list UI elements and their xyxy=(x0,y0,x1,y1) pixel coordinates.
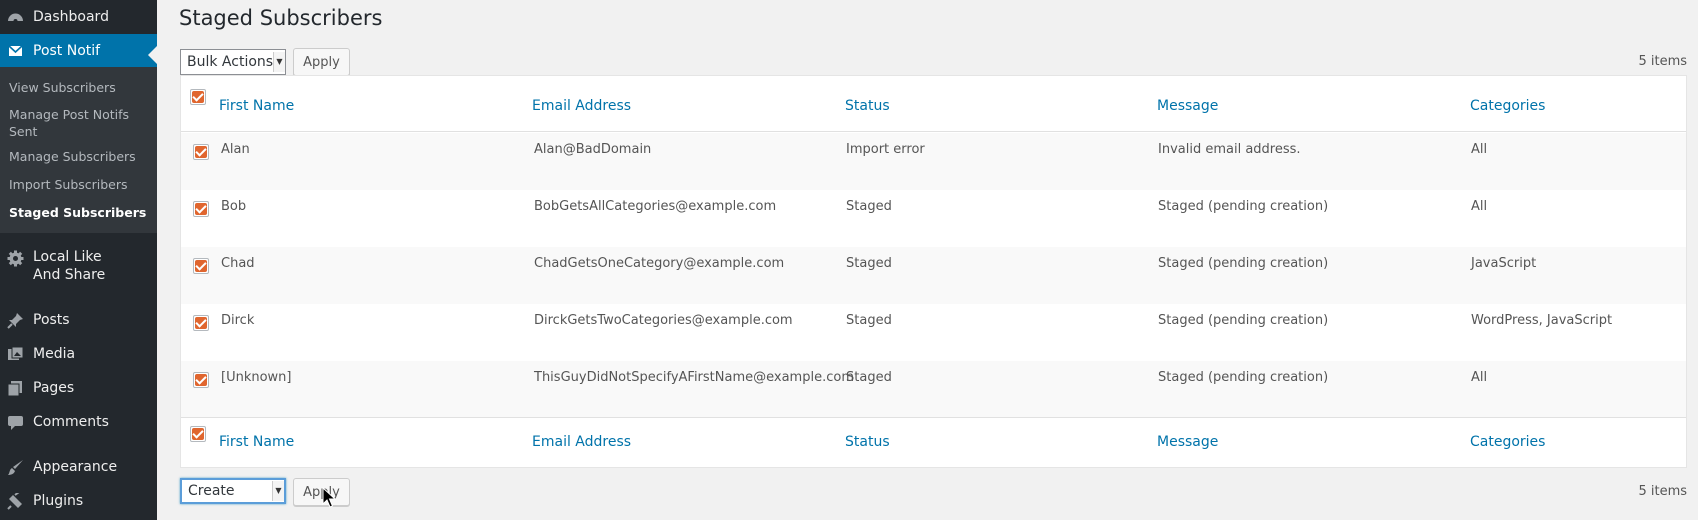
row-checkbox[interactable] xyxy=(193,258,209,274)
menu-dashboard[interactable]: Dashboard xyxy=(0,3,157,31)
menu-appearance-label: Appearance xyxy=(33,459,118,475)
menu-posts-label: Posts xyxy=(33,312,70,328)
comment-icon xyxy=(7,414,24,431)
current-menu-arrow xyxy=(148,46,157,64)
items-count-bottom: 5 items xyxy=(1638,484,1687,499)
bulk-actions-bottom-selected-value: Create xyxy=(188,483,235,499)
media-icon xyxy=(7,346,24,363)
table-row: [Unknown] ThisGuyDidNotSpecifyAFirstName… xyxy=(181,361,1686,418)
menu-post-notif[interactable]: Post Notif xyxy=(0,34,157,67)
row-checkbox[interactable] xyxy=(193,144,209,160)
cell-status: Staged xyxy=(846,199,892,214)
cell-status: Staged xyxy=(846,370,892,385)
column-footer-message[interactable]: Message xyxy=(1157,434,1218,450)
column-header-message[interactable]: Message xyxy=(1157,98,1218,114)
column-header-first-name[interactable]: First Name xyxy=(219,98,294,114)
table-row: Dirck DirckGetsTwoCategories@example.com… xyxy=(181,304,1686,361)
row-checkbox[interactable] xyxy=(193,372,209,388)
cell-email: Alan@BadDomain xyxy=(534,142,652,157)
cell-email: ThisGuyDidNotSpecifyAFirstName@example.c… xyxy=(534,370,854,385)
submenu-view-subscribers[interactable]: View Subscribers xyxy=(9,79,149,96)
row-checkbox[interactable] xyxy=(193,315,209,331)
pages-icon xyxy=(7,380,24,397)
cell-message: Staged (pending creation) xyxy=(1158,199,1329,214)
cell-message: Staged (pending creation) xyxy=(1158,313,1329,328)
mouse-cursor-icon xyxy=(322,486,337,509)
menu-dashboard-label: Dashboard xyxy=(33,9,109,25)
cell-categories: All xyxy=(1471,199,1488,214)
menu-pages[interactable]: Pages xyxy=(0,374,157,402)
brush-icon xyxy=(7,459,24,476)
gear-icon xyxy=(7,250,24,267)
table-row: Chad ChadGetsOneCategory@example.com Sta… xyxy=(181,247,1686,304)
items-count-top: 5 items xyxy=(1638,54,1687,69)
cell-message: Invalid email address. xyxy=(1158,142,1301,157)
column-footer-categories[interactable]: Categories xyxy=(1470,434,1545,450)
menu-plugins[interactable]: Plugins xyxy=(0,487,157,515)
menu-local-like-and-share[interactable]: Local Like And Share xyxy=(0,248,157,284)
cell-categories: JavaScript xyxy=(1471,256,1537,271)
menu-comments-label: Comments xyxy=(33,414,109,430)
menu-media[interactable]: Media xyxy=(0,340,157,368)
post-notif-submenu: View Subscribers Manage Post Notifs Sent… xyxy=(0,67,157,233)
table-footer-row: First Name Email Address Status Message … xyxy=(181,417,1686,467)
plugin-icon xyxy=(7,492,24,510)
cell-email: BobGetsAllCategories@example.com xyxy=(534,199,777,214)
cell-message: Staged (pending creation) xyxy=(1158,256,1329,271)
menu-comments[interactable]: Comments xyxy=(0,408,157,436)
dashboard-icon xyxy=(7,9,24,26)
cell-first-name: Alan xyxy=(221,142,250,157)
table-header-row: First Name Email Address Status Message … xyxy=(181,76,1686,132)
column-footer-first-name[interactable]: First Name xyxy=(219,434,294,450)
menu-media-label: Media xyxy=(33,346,76,362)
column-header-status[interactable]: Status xyxy=(845,98,890,114)
column-header-email[interactable]: Email Address xyxy=(532,98,631,114)
column-header-categories[interactable]: Categories xyxy=(1470,98,1545,114)
cell-categories: WordPress, JavaScript xyxy=(1471,313,1613,328)
cell-status: Import error xyxy=(846,142,925,157)
apply-button-top[interactable]: Apply xyxy=(293,48,350,76)
column-footer-email[interactable]: Email Address xyxy=(532,434,631,450)
cell-first-name: Bob xyxy=(221,199,247,214)
subscribers-table: First Name Email Address Status Message … xyxy=(180,75,1687,468)
cell-email: ChadGetsOneCategory@example.com xyxy=(534,256,785,271)
chevron-down-icon: ▼ xyxy=(273,52,285,72)
cell-status: Staged xyxy=(846,256,892,271)
submenu-import-subscribers[interactable]: Import Subscribers xyxy=(9,176,149,193)
column-footer-status[interactable]: Status xyxy=(845,434,890,450)
cell-categories: All xyxy=(1471,142,1488,157)
admin-sidebar: Dashboard Post Notif View Subscribers Ma… xyxy=(0,0,157,520)
cell-first-name: Dirck xyxy=(221,313,255,328)
menu-post-notif-label: Post Notif xyxy=(33,42,101,59)
submenu-manage-post-notifs-sent[interactable]: Manage Post Notifs Sent xyxy=(9,106,134,140)
menu-local-like-label: Local Like And Share xyxy=(33,249,106,283)
cell-first-name: [Unknown] xyxy=(221,370,292,385)
cell-first-name: Chad xyxy=(221,256,255,271)
chevron-down-icon: ▼ xyxy=(272,481,284,501)
row-checkbox[interactable] xyxy=(193,201,209,217)
table-row: Alan Alan@BadDomain Import error Invalid… xyxy=(181,133,1686,190)
submenu-manage-subscribers[interactable]: Manage Subscribers xyxy=(9,148,149,165)
bulk-actions-select-bottom[interactable]: Create ▼ xyxy=(180,478,286,504)
menu-posts[interactable]: Posts xyxy=(0,306,157,334)
menu-appearance[interactable]: Appearance xyxy=(0,453,157,481)
cell-message: Staged (pending creation) xyxy=(1158,370,1329,385)
submenu-staged-subscribers[interactable]: Staged Subscribers xyxy=(9,204,149,221)
table-row: Bob BobGetsAllCategories@example.com Sta… xyxy=(181,190,1686,247)
menu-pages-label: Pages xyxy=(33,380,75,396)
cell-email: DirckGetsTwoCategories@example.com xyxy=(534,313,793,328)
cell-status: Staged xyxy=(846,313,892,328)
bulk-actions-select-top[interactable]: Bulk Actions ▼ xyxy=(180,49,286,75)
select-all-checkbox-footer[interactable] xyxy=(190,426,206,442)
bulk-actions-selected-value: Bulk Actions xyxy=(187,54,274,70)
cell-categories: All xyxy=(1471,370,1488,385)
pin-icon xyxy=(7,312,24,329)
mail-icon xyxy=(7,42,24,59)
select-all-checkbox[interactable] xyxy=(190,89,206,105)
menu-plugins-label: Plugins xyxy=(33,493,84,509)
page-title: Staged Subscribers xyxy=(179,6,383,30)
